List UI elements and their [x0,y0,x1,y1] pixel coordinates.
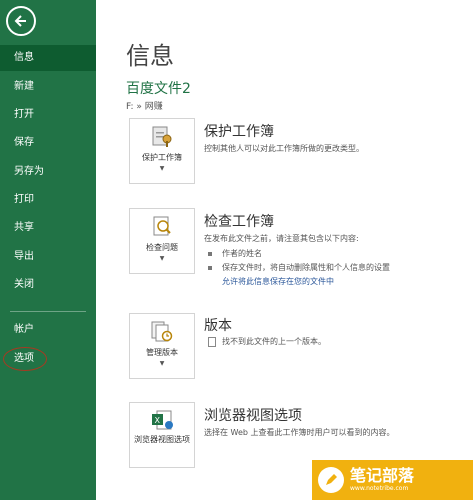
sidebar-item-save[interactable]: 保存 [0,130,96,156]
section-description: 在发布此文件之前，请注意其包含以下内容: [204,234,359,243]
lock-key-icon [152,126,172,147]
chevron-down-icon: ▼ [159,165,165,172]
watermark-banner: 笔记部落 www.notetribe.com [312,460,473,500]
document-icon [208,336,216,347]
bullet-icon [208,251,212,256]
sidebar-item-save-as[interactable]: 另存为 [0,159,96,185]
versions-icon [151,321,173,342]
section-title: 检查工作簿 [204,214,274,230]
sidebar-item-close[interactable]: 关闭 [0,272,96,298]
section-description: 控制其他人可以对此工作簿所做的更改类型。 [204,144,364,153]
watermark-title: 笔记部落 [350,466,415,485]
sidebar-item-account[interactable]: 帐户 [0,317,96,343]
protect-workbook-button[interactable]: 保护工作簿 ▼ [129,118,195,184]
svg-text:X: X [155,416,161,425]
page-title: 信息 [126,42,174,70]
browser-view-options-button[interactable]: X 浏览器视图选项 [129,402,195,468]
info-panel: 信息 百度文件2 F: » 网赚 保护工作簿 ▼ 保护工作簿 控制其他人可以对此… [96,0,473,500]
tile-label: 检查问题 [146,243,178,252]
chevron-down-icon: ▼ [159,360,165,367]
manage-versions-button[interactable]: 管理版本 ▼ [129,313,195,379]
sidebar-item-share[interactable]: 共享 [0,215,96,241]
backstage-sidebar: 信息 新建 打开 保存 另存为 打印 共享 导出 关闭 帐户 选项 [0,0,96,500]
pen-logo-icon [318,467,344,493]
sidebar-item-print[interactable]: 打印 [0,187,96,213]
sidebar-divider [10,311,86,312]
sidebar-item-export[interactable]: 导出 [0,244,96,270]
section-description: 选择在 Web 上查看此工作簿时用户可以看到的内容。 [204,428,395,437]
section-title: 保护工作簿 [204,124,274,140]
sidebar-item-open[interactable]: 打开 [0,102,96,128]
document-name: 百度文件2 [126,81,191,97]
inspect-document-icon [153,216,171,236]
chevron-down-icon: ▼ [159,255,165,262]
bullet-icon [208,265,212,270]
tile-label: 浏览器视图选项 [134,435,190,444]
section-title: 版本 [204,318,232,334]
arrow-left-icon [14,15,26,27]
section-title: 浏览器视图选项 [204,408,302,424]
watermark-url: www.notetribe.com [350,485,409,492]
allow-save-info-link[interactable]: 允许将此信息保存在您的文件中 [222,276,334,287]
highlight-circle [3,347,47,371]
back-button[interactable] [6,6,36,36]
excel-web-icon: X [152,410,173,430]
tile-label: 管理版本 [146,348,178,357]
sidebar-item-info[interactable]: 信息 [0,45,96,71]
list-item: 保存文件时，将自动删除属性和个人信息的设置 [208,262,390,273]
versions-status: 找不到此文件的上一个版本。 [208,336,326,347]
document-path: F: » 网赚 [126,102,163,112]
tile-label: 保护工作簿 [142,153,182,162]
check-issues-button[interactable]: 检查问题 ▼ [129,208,195,274]
sidebar-item-new[interactable]: 新建 [0,74,96,100]
list-item: 作者的姓名 [208,248,262,259]
